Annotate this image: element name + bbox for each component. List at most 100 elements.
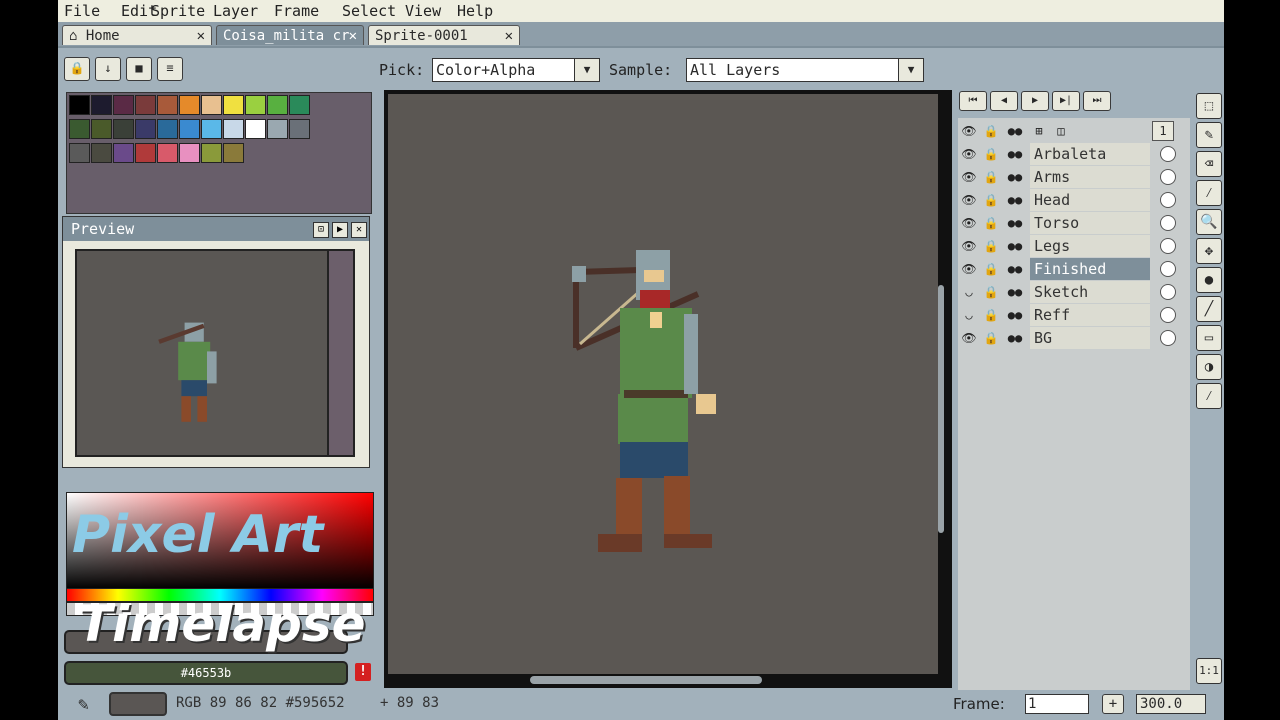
layer-name[interactable]: Arms bbox=[1030, 166, 1150, 188]
continuous-icon[interactable]: ●● bbox=[1004, 214, 1026, 232]
foreground-color-bar[interactable]: #46553b bbox=[64, 661, 348, 685]
palette-swatch[interactable] bbox=[113, 143, 134, 163]
first-frame-icon[interactable]: ⏮ bbox=[959, 91, 987, 111]
layer-row[interactable]: 👁 🔒 ●● Finished bbox=[958, 258, 1191, 280]
palette-swatch[interactable] bbox=[91, 143, 112, 163]
continuous-icon[interactable]: ●● bbox=[1004, 145, 1026, 163]
layer-row[interactable]: ◡ 🔒 ●● Sketch bbox=[958, 281, 1191, 303]
layer-name[interactable]: Arbaleta bbox=[1030, 143, 1150, 165]
lock-icon[interactable]: 🔒 bbox=[980, 168, 1002, 186]
preview-scrollbar[interactable] bbox=[327, 251, 353, 455]
palette-swatch[interactable] bbox=[179, 143, 200, 163]
palette-swatch[interactable] bbox=[223, 95, 244, 115]
layer-row[interactable]: 👁 🔒 ●● BG bbox=[958, 327, 1191, 349]
onion-skin-icon[interactable]: ◫ bbox=[1050, 122, 1072, 140]
cel-dot[interactable] bbox=[1160, 238, 1176, 254]
play-icon[interactable]: ▶ bbox=[332, 222, 348, 238]
layer-name[interactable]: Torso bbox=[1030, 212, 1150, 234]
menu-sprite[interactable]: Sprite bbox=[151, 2, 205, 20]
chevron-down-icon[interactable]: ▼ bbox=[574, 59, 599, 81]
eye-icon[interactable]: 👁 bbox=[958, 214, 980, 232]
sprite-canvas[interactable] bbox=[388, 94, 938, 674]
layer-name[interactable]: BG bbox=[1030, 327, 1150, 349]
canvas-vertical-scroll-thumb[interactable] bbox=[938, 285, 944, 533]
marquee-icon[interactable]: ⬚ bbox=[1196, 93, 1222, 119]
continuous-icon[interactable]: ●● bbox=[1004, 306, 1026, 324]
lock-icon[interactable]: 🔒 bbox=[980, 214, 1002, 232]
eye-closed-icon[interactable]: ◡ bbox=[958, 306, 980, 324]
cel-dot[interactable] bbox=[1160, 261, 1176, 277]
menu-icon[interactable]: ≡ bbox=[157, 57, 183, 81]
cel-dot[interactable] bbox=[1160, 192, 1176, 208]
eye-icon[interactable]: 👁 bbox=[958, 191, 980, 209]
close-icon[interactable]: ✕ bbox=[351, 222, 367, 238]
chevron-down-icon[interactable]: ▼ bbox=[898, 59, 923, 81]
layer-name[interactable]: Finished bbox=[1030, 258, 1150, 280]
menu-layer[interactable]: Layer bbox=[213, 2, 258, 20]
lock-icon[interactable]: 🔒 bbox=[980, 329, 1002, 347]
layer-row[interactable]: ◡ 🔒 ●● Reff bbox=[958, 304, 1191, 326]
eye-icon[interactable]: 👁 bbox=[958, 237, 980, 255]
menu-view[interactable]: View bbox=[405, 2, 441, 20]
cel-dot[interactable] bbox=[1160, 284, 1176, 300]
paint-bucket-icon[interactable]: ● bbox=[1196, 267, 1222, 293]
lock-icon[interactable]: 🔒 bbox=[980, 122, 1002, 140]
eye-icon[interactable]: 👁 bbox=[958, 145, 980, 163]
palette-swatch[interactable] bbox=[157, 143, 178, 163]
cel-dot[interactable] bbox=[1160, 169, 1176, 185]
continuous-icon[interactable]: ●● bbox=[1004, 283, 1026, 301]
palette-swatch[interactable] bbox=[135, 119, 156, 139]
close-icon[interactable]: ✕ bbox=[197, 26, 205, 46]
palette-swatch[interactable] bbox=[113, 119, 134, 139]
lock-icon[interactable]: 🔒 bbox=[980, 306, 1002, 324]
palette-swatch[interactable] bbox=[201, 95, 222, 115]
layer-name[interactable]: Sketch bbox=[1030, 281, 1150, 303]
palette-swatch[interactable] bbox=[157, 95, 178, 115]
cel-dot[interactable] bbox=[1160, 307, 1176, 323]
layer-row[interactable]: 👁 🔒 ●● Head bbox=[958, 189, 1191, 211]
continuous-icon[interactable]: ●● bbox=[1004, 122, 1026, 140]
eye-icon[interactable]: 👁 bbox=[958, 168, 980, 186]
palette-swatch[interactable] bbox=[179, 119, 200, 139]
layer-name[interactable]: Reff bbox=[1030, 304, 1150, 326]
palette-swatch[interactable] bbox=[69, 119, 90, 139]
plus-icon[interactable]: + bbox=[1102, 694, 1124, 714]
layer-row[interactable]: 👁 🔒 ●● Arbaleta bbox=[958, 143, 1191, 165]
menu-select[interactable]: Select bbox=[342, 2, 396, 20]
eyedropper-icon[interactable]: ⁄ bbox=[1196, 180, 1222, 206]
last-frame-icon[interactable]: ⏭ bbox=[1083, 91, 1111, 111]
center-icon[interactable]: ⊡ bbox=[313, 222, 329, 238]
close-icon[interactable]: ✕ bbox=[349, 26, 357, 46]
palette-swatch[interactable] bbox=[289, 95, 310, 115]
frame-input[interactable]: 1 bbox=[1025, 694, 1089, 714]
palette-swatch[interactable] bbox=[91, 95, 112, 115]
stop-icon[interactable]: ■ bbox=[126, 57, 152, 81]
contour-icon[interactable]: ◑ bbox=[1196, 354, 1222, 380]
layer-row[interactable]: 👁 🔒 ●● Torso bbox=[958, 212, 1191, 234]
prev-frame-icon[interactable]: ◀ bbox=[990, 91, 1018, 111]
eye-icon[interactable]: 👁 bbox=[958, 260, 980, 278]
continuous-icon[interactable]: ●● bbox=[1004, 329, 1026, 347]
palette-swatch[interactable] bbox=[113, 95, 134, 115]
palette-swatch[interactable] bbox=[135, 143, 156, 163]
palette-swatch[interactable] bbox=[91, 119, 112, 139]
close-icon[interactable]: ✕ bbox=[505, 26, 513, 46]
sample-combo[interactable]: All Layers ▼ bbox=[686, 58, 924, 82]
rectangle-icon[interactable]: ▭ bbox=[1196, 325, 1222, 351]
palette-swatch[interactable] bbox=[201, 143, 222, 163]
palette-swatch[interactable] bbox=[245, 95, 266, 115]
lock-icon[interactable]: 🔒 bbox=[980, 260, 1002, 278]
canvas-horizontal-scroll-thumb[interactable] bbox=[530, 676, 762, 684]
palette-swatch[interactable] bbox=[201, 119, 222, 139]
layer-name[interactable]: Legs bbox=[1030, 235, 1150, 257]
layer-name[interactable]: Head bbox=[1030, 189, 1150, 211]
continuous-icon[interactable]: ●● bbox=[1004, 260, 1026, 278]
cel-dot[interactable] bbox=[1160, 146, 1176, 162]
lock-icon[interactable]: 🔒 bbox=[64, 57, 90, 81]
palette-swatch[interactable] bbox=[179, 95, 200, 115]
zoom-icon[interactable]: 🔍 bbox=[1196, 209, 1222, 235]
zoom-field[interactable]: 300.0 bbox=[1136, 694, 1206, 714]
palette-swatch[interactable] bbox=[267, 95, 288, 115]
lock-icon[interactable]: 🔒 bbox=[980, 191, 1002, 209]
menu-frame[interactable]: Frame bbox=[274, 2, 319, 20]
